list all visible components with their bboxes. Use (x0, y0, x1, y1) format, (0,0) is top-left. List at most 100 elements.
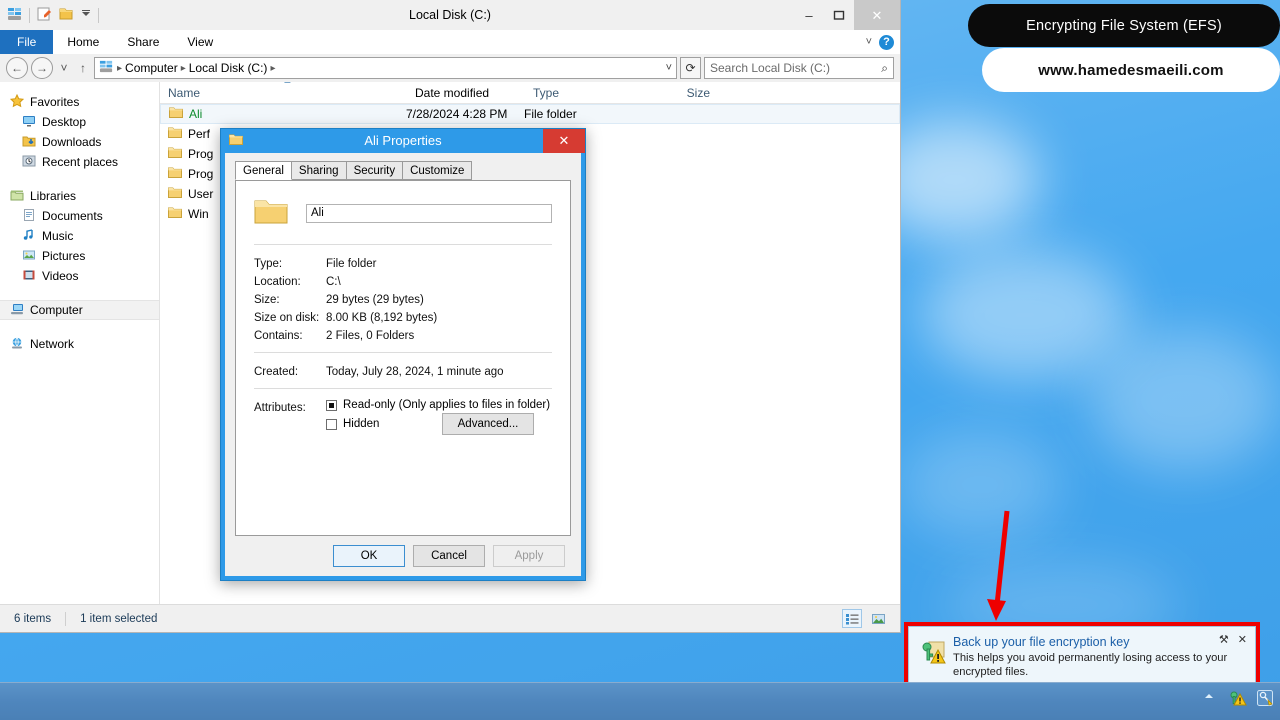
recent-locations-button[interactable]: ˅ (56, 57, 72, 79)
sidebar-item-documents[interactable]: Documents (0, 206, 159, 226)
column-header-size[interactable]: Size (648, 86, 710, 100)
recent-places-icon (22, 154, 36, 171)
search-input[interactable]: Search Local Disk (C:) ⌕ (704, 57, 894, 79)
field-value: Today, July 28, 2024, 1 minute ago (326, 366, 504, 378)
advanced-button[interactable]: Advanced... (442, 413, 534, 435)
field-value: File folder (326, 258, 377, 270)
window-title: Local Disk (C:) (409, 8, 491, 22)
field-label: Size on disk: (254, 312, 320, 324)
sidebar-item-recent-places[interactable]: Recent places (0, 152, 159, 172)
attributes-row: Attributes: Read-only (Only applies to f… (254, 399, 552, 437)
sidebar-item-favorites[interactable]: Favorites (0, 92, 159, 112)
divider (254, 388, 552, 389)
toast-settings-icon[interactable]: ⚒ (1219, 633, 1229, 646)
hidden-checkbox[interactable] (326, 418, 337, 430)
cancel-button[interactable]: Cancel (413, 545, 485, 567)
sidebar-item-videos[interactable]: Videos (0, 266, 159, 286)
hidden-label: Hidden (343, 418, 380, 430)
field-value: 2 Files, 0 Folders (326, 330, 415, 342)
field-size: Size: 29 bytes (29 bytes) (254, 291, 552, 306)
status-divider (65, 611, 67, 626)
tab-sharing[interactable]: Sharing (290, 161, 347, 180)
dialog-tabs: General Sharing Security Customize (225, 153, 581, 180)
dialog-title: Ali Properties (364, 133, 442, 148)
column-header-name[interactable]: Name (160, 86, 405, 100)
action-center-icon[interactable] (1256, 689, 1274, 707)
sidebar-item-music[interactable]: Music (0, 226, 159, 246)
forward-button[interactable]: → (31, 57, 53, 79)
folder-icon (168, 126, 182, 142)
folder-name-row: Ali (254, 197, 552, 230)
search-icon[interactable]: ⌕ (881, 61, 888, 76)
notification-toast[interactable]: Back up your file encryption key This he… (904, 622, 1260, 693)
ribbon-tab-file[interactable]: File (0, 30, 54, 54)
taskbar (0, 682, 1280, 720)
computer-icon (10, 302, 24, 319)
ok-button[interactable]: OK (333, 545, 405, 567)
tab-security[interactable]: Security (345, 161, 404, 180)
readonly-checkbox[interactable] (326, 399, 337, 411)
navigation-pane: Favorites Desktop Downloads Recent place… (0, 82, 160, 604)
sidebar-label: Downloads (42, 135, 102, 149)
window-titlebar: Local Disk (C:) – ✕ (0, 0, 900, 30)
field-contains: Contains: 2 Files, 0 Folders (254, 327, 552, 342)
desktop-cloud (1090, 330, 1280, 470)
up-button[interactable]: ↑ (75, 57, 91, 79)
topic-banner: Encrypting File System (EFS) (968, 4, 1280, 47)
address-bar[interactable]: ▸ Computer ▸ Local Disk (C:) ▸ ˅ (94, 57, 677, 79)
status-bar: 6 items 1 item selected (0, 604, 900, 632)
file-type: File folder (524, 107, 577, 121)
toast-close-icon[interactable]: ✕ (1238, 633, 1247, 646)
readonly-checkbox-row[interactable]: Read-only (Only applies to files in fold… (326, 399, 552, 411)
field-type: Type: File folder (254, 255, 552, 270)
dialog-close-button[interactable]: ✕ (543, 129, 585, 153)
ribbon-tab-view[interactable]: View (173, 30, 227, 54)
field-label: Created: (254, 366, 299, 378)
tab-general[interactable]: General (235, 161, 292, 180)
sidebar-item-desktop[interactable]: Desktop (0, 112, 159, 132)
chevron-down-icon[interactable]: ˅ (866, 36, 872, 48)
details-view-icon[interactable] (842, 609, 862, 628)
sidebar-item-pictures[interactable]: Pictures (0, 246, 159, 266)
field-value: 29 bytes (29 bytes) (326, 294, 424, 306)
ribbon-tab-share[interactable]: Share (113, 30, 173, 54)
tab-customize[interactable]: Customize (402, 161, 473, 180)
sidebar-item-libraries[interactable]: Libraries (0, 186, 159, 206)
encryption-key-warning-tray-icon[interactable] (1229, 689, 1247, 707)
breadcrumb-computer[interactable]: Computer (125, 61, 178, 75)
divider (254, 352, 552, 353)
refresh-button[interactable]: ⟳ (680, 57, 701, 79)
close-button[interactable]: ✕ (854, 0, 900, 30)
apply-button[interactable]: Apply (493, 545, 565, 567)
show-hidden-icons-arrow[interactable] (1202, 689, 1220, 707)
sidebar-label: Desktop (42, 115, 87, 129)
back-button[interactable]: ← (6, 57, 28, 79)
sidebar-item-downloads[interactable]: Downloads (0, 132, 159, 152)
column-header-date[interactable]: Date modified (405, 86, 523, 100)
folder-icon (168, 186, 182, 202)
minimize-button[interactable]: – (794, 0, 824, 30)
file-name: Perf (188, 127, 211, 141)
maximize-button[interactable] (824, 0, 854, 30)
field-label: Location: (254, 276, 301, 288)
file-name: Prog (188, 147, 214, 161)
hidden-checkbox-row[interactable]: Hidden Advanced... (326, 413, 552, 435)
address-dropdown-icon[interactable]: ˅ (666, 62, 672, 74)
column-header-type[interactable]: Type (523, 86, 648, 100)
large-icons-view-icon[interactable] (868, 609, 888, 628)
sidebar-label: Music (42, 229, 74, 243)
breadcrumb-local-disk[interactable]: Local Disk (C:) (189, 61, 268, 75)
sort-indicator-icon: ▲ (282, 82, 293, 86)
table-row[interactable]: Ali 7/28/2024 4:28 PM File folder (160, 104, 900, 124)
sidebar-item-network[interactable]: Network (0, 334, 159, 354)
help-icon[interactable]: ? (879, 34, 894, 50)
desktop-cloud (920, 250, 1130, 380)
ribbon-tab-home[interactable]: Home (53, 30, 113, 54)
sidebar-item-computer[interactable]: Computer (0, 300, 159, 320)
red-down-arrow-icon (987, 510, 1010, 621)
encryption-key-warning-icon (921, 639, 947, 668)
file-name: Ali (189, 107, 203, 121)
folder-name-input[interactable]: Ali (306, 204, 552, 223)
field-size-on-disk: Size on disk: 8.00 KB (8,192 bytes) (254, 309, 552, 324)
